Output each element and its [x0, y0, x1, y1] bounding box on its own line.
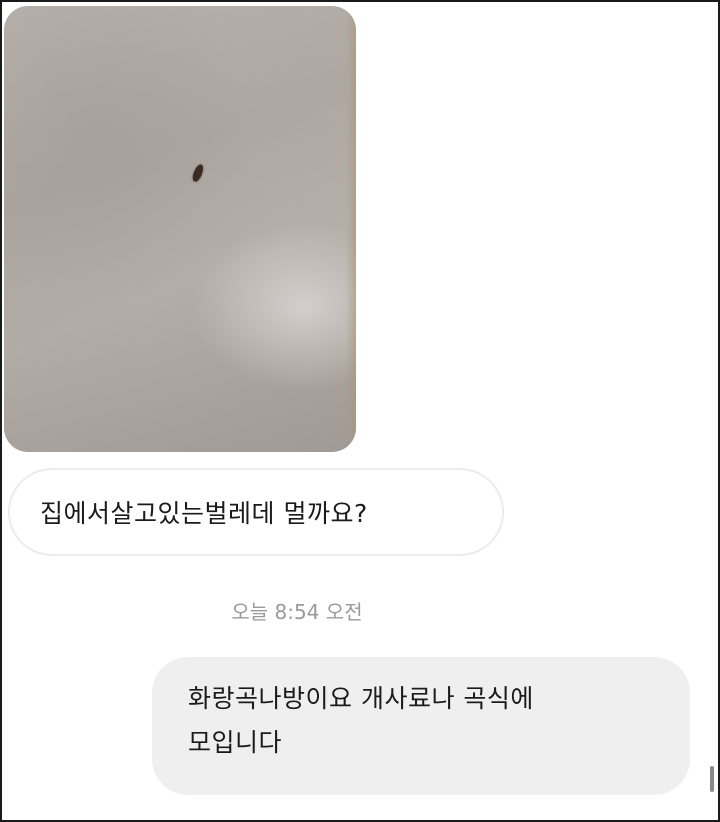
chat-window: 집에서살고있는벌레데 멀까요? 오늘 8:54 오전 화랑곡나방이요 개사료나 …	[0, 0, 720, 822]
message-timestamp: 오늘 8:54 오전	[231, 600, 363, 624]
incoming-photo-message[interactable]	[4, 6, 356, 452]
outgoing-message-line-1: 화랑곡나방이요 개사료나 곡식에	[188, 684, 534, 713]
photo-wall-shading	[4, 6, 356, 452]
incoming-message-text: 집에서살고있는벌레데 멀까요?	[40, 499, 368, 528]
outgoing-message-line-2: 모입니다	[188, 728, 283, 757]
photo-edge-shading	[346, 6, 356, 452]
outgoing-text-message[interactable]: 화랑곡나방이요 개사료나 곡식에 모입니다	[152, 657, 690, 795]
scrollbar-thumb[interactable]	[710, 766, 714, 792]
incoming-text-message[interactable]: 집에서살고있는벌레데 멀까요?	[8, 468, 504, 556]
